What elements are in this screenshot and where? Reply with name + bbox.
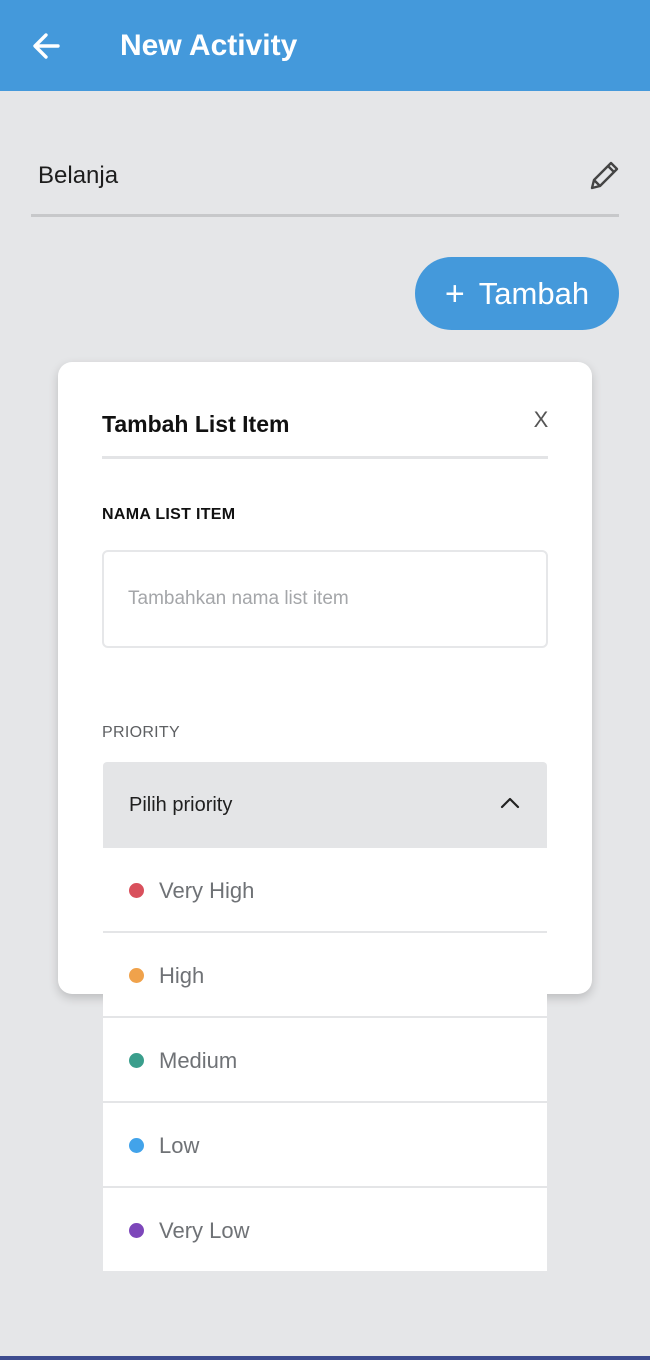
list-item-name-input[interactable]	[102, 550, 548, 648]
priority-option-high[interactable]: High	[103, 933, 547, 1018]
priority-option-label: Very High	[159, 878, 255, 903]
priority-dot-icon	[129, 883, 144, 898]
priority-selected-value: Pilih priority	[129, 794, 233, 816]
priority-option-low[interactable]: Low	[103, 1103, 547, 1188]
chevron-up-icon	[500, 797, 520, 809]
add-button-label: Tambah	[478, 275, 590, 311]
priority-select[interactable]: Pilih priority	[103, 762, 547, 848]
priority-dot-icon	[129, 968, 144, 983]
pencil-icon	[590, 161, 619, 190]
priority-dropdown: Pilih priority Very High High Medium Low…	[103, 762, 547, 1271]
activity-title: Belanja	[38, 162, 119, 189]
modal-close-button[interactable]: X	[528, 404, 554, 436]
priority-option-label: High	[159, 963, 205, 988]
name-field-label: NAMA LIST ITEM	[102, 506, 236, 523]
title-underline	[31, 214, 619, 217]
priority-dot-icon	[129, 1138, 144, 1153]
modal-title: Tambah List Item	[102, 411, 290, 437]
priority-dot-icon	[129, 1053, 144, 1068]
priority-option-label: Very Low	[159, 1218, 250, 1243]
arrow-left-icon	[33, 33, 60, 59]
modal-divider	[102, 456, 548, 459]
bottom-edge	[0, 1356, 650, 1360]
priority-option-label: Medium	[159, 1048, 238, 1073]
add-button[interactable]: + Tambah	[415, 257, 619, 330]
priority-option-very-high[interactable]: Very High	[103, 848, 547, 933]
priority-dot-icon	[129, 1223, 144, 1238]
app-bar: New Activity	[0, 0, 650, 91]
back-button[interactable]	[28, 26, 68, 66]
page-title: New Activity	[120, 29, 298, 62]
priority-field-label: PRIORITY	[102, 724, 180, 741]
plus-icon: +	[444, 274, 465, 313]
priority-option-very-low[interactable]: Very Low	[103, 1188, 547, 1271]
priority-option-medium[interactable]: Medium	[103, 1018, 547, 1103]
edit-title-button[interactable]	[585, 157, 623, 195]
priority-option-label: Low	[159, 1133, 200, 1158]
